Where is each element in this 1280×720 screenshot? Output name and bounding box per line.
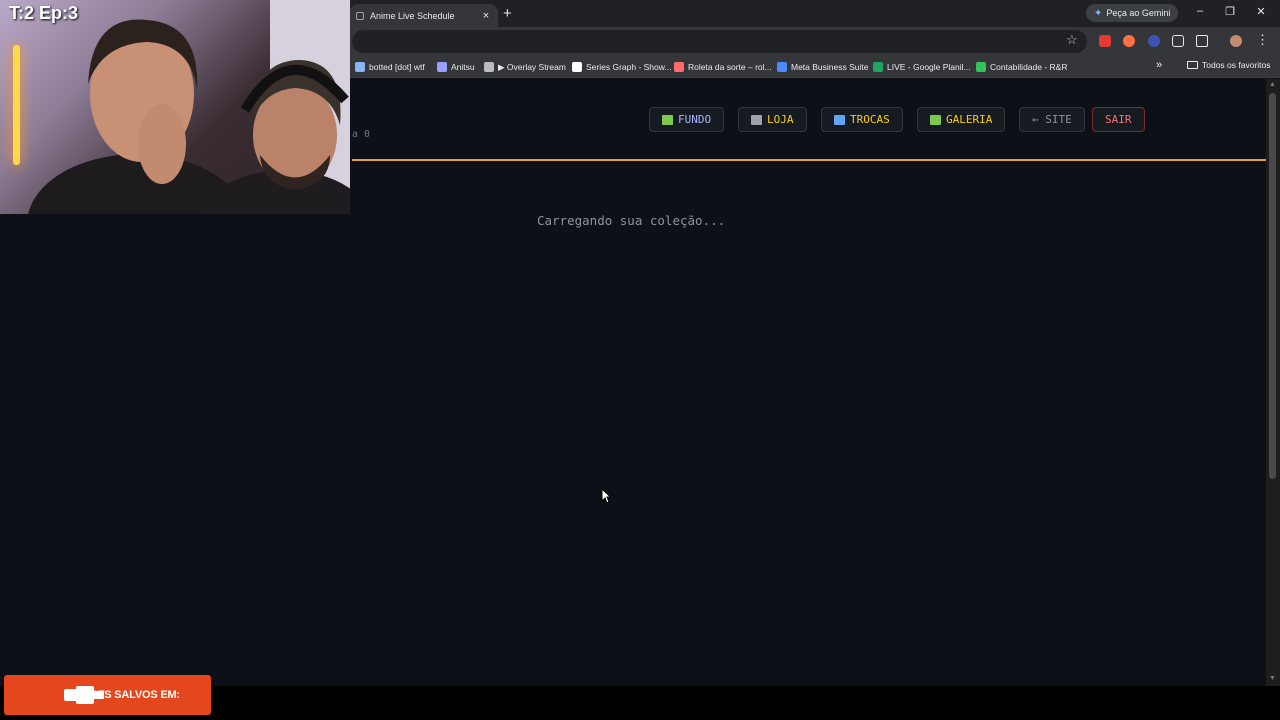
bookmark-favicon-icon: [355, 62, 365, 72]
streamer-person-right: [198, 60, 350, 214]
bookmark-favicon-icon: [777, 62, 787, 72]
bookmark-item[interactable]: Anitsu: [437, 60, 475, 74]
header-divider: [352, 159, 1266, 161]
nav-button-site[interactable]: ← SITE: [1019, 107, 1085, 132]
bookmark-star-icon[interactable]: ☆: [1066, 32, 1078, 48]
bookmark-favicon-icon: [437, 62, 447, 72]
episode-label: T:2 Ep:3: [9, 3, 79, 23]
bookmark-item[interactable]: Meta Business Suite: [777, 60, 868, 74]
extension-screen-icon[interactable]: [1172, 35, 1184, 47]
bookmark-favicon-icon: [484, 62, 494, 72]
webcam-overlay: T:2 Ep:3: [0, 0, 350, 214]
bookmark-item[interactable]: ▶ Overlay Stream: [484, 60, 566, 74]
sparkle-icon: ✦: [1094, 7, 1103, 19]
bookmark-favicon-icon: [572, 62, 582, 72]
bookmark-item[interactable]: Series Graph - Show...: [572, 60, 672, 74]
browser-tab[interactable]: Anime Live Schedule ×: [350, 4, 498, 27]
address-bar[interactable]: [352, 30, 1087, 53]
restore-icon[interactable]: ❐: [1222, 5, 1238, 18]
image-icon: [662, 114, 673, 125]
scroll-thumb[interactable]: [1269, 93, 1276, 479]
tab-favicon-icon: [356, 11, 364, 20]
nav-button-loja[interactable]: LOJA: [738, 107, 807, 132]
bookmark-favicon-icon: [976, 62, 986, 72]
bookmark-item[interactable]: botted [dot] wtf: [355, 60, 425, 74]
counter-text: a 0: [352, 129, 371, 140]
nav-button-galeria[interactable]: GALERIA: [917, 107, 1006, 132]
folder-icon: [1187, 61, 1198, 69]
page-scrollbar[interactable]: ▲ ▼: [1266, 79, 1280, 686]
all-bookmarks-button[interactable]: Todos os favoritos: [1187, 60, 1271, 70]
new-tab-button[interactable]: +: [503, 5, 512, 22]
bookmarks-overflow-icon[interactable]: »: [1156, 59, 1162, 71]
bookmark-item[interactable]: Roleta da sorte – rol...: [674, 60, 772, 74]
extensions-puzzle-icon[interactable]: [1196, 35, 1208, 47]
close-window-icon[interactable]: ✕: [1253, 5, 1269, 18]
saved-clips-banner: CTS SALVOS EM:: [4, 675, 211, 715]
gallery-icon: [930, 114, 941, 125]
bookmark-item[interactable]: Contabilidade - R&R: [976, 60, 1067, 74]
tab-title: Anime Live Schedule: [370, 10, 455, 21]
profile-avatar[interactable]: [1230, 35, 1242, 47]
swap-icon: [834, 114, 845, 125]
loading-message: Carregando sua coleção...: [537, 213, 726, 228]
cart-icon: [751, 114, 762, 125]
minimize-icon[interactable]: –: [1192, 5, 1208, 17]
browser-menu-icon[interactable]: ⋮: [1256, 32, 1269, 48]
nav-button-trocas[interactable]: TROCAS: [821, 107, 903, 132]
clips-logo-icon: [64, 686, 104, 704]
nav-button-fundo[interactable]: FUNDO: [649, 107, 725, 132]
tab-close-icon[interactable]: ×: [480, 10, 492, 22]
extension-fox-icon[interactable]: [1123, 35, 1135, 47]
scroll-up-icon[interactable]: ▲: [1269, 81, 1276, 88]
extension-circle-icon[interactable]: [1148, 35, 1160, 47]
mouse-cursor-icon: [601, 488, 611, 504]
bookmark-item[interactable]: LIVE - Google Planil...: [873, 60, 971, 74]
bookmark-favicon-icon: [674, 62, 684, 72]
scroll-down-icon[interactable]: ▼: [1269, 675, 1276, 682]
gemini-button[interactable]: ✦ Peça ao Gemini: [1086, 4, 1179, 22]
bookmark-favicon-icon: [873, 62, 883, 72]
gemini-label: Peça ao Gemini: [1106, 8, 1171, 18]
extension-youtube-icon[interactable]: [1099, 35, 1111, 47]
logout-button[interactable]: SAIR: [1092, 107, 1145, 132]
webcam-led-light: [13, 45, 20, 165]
